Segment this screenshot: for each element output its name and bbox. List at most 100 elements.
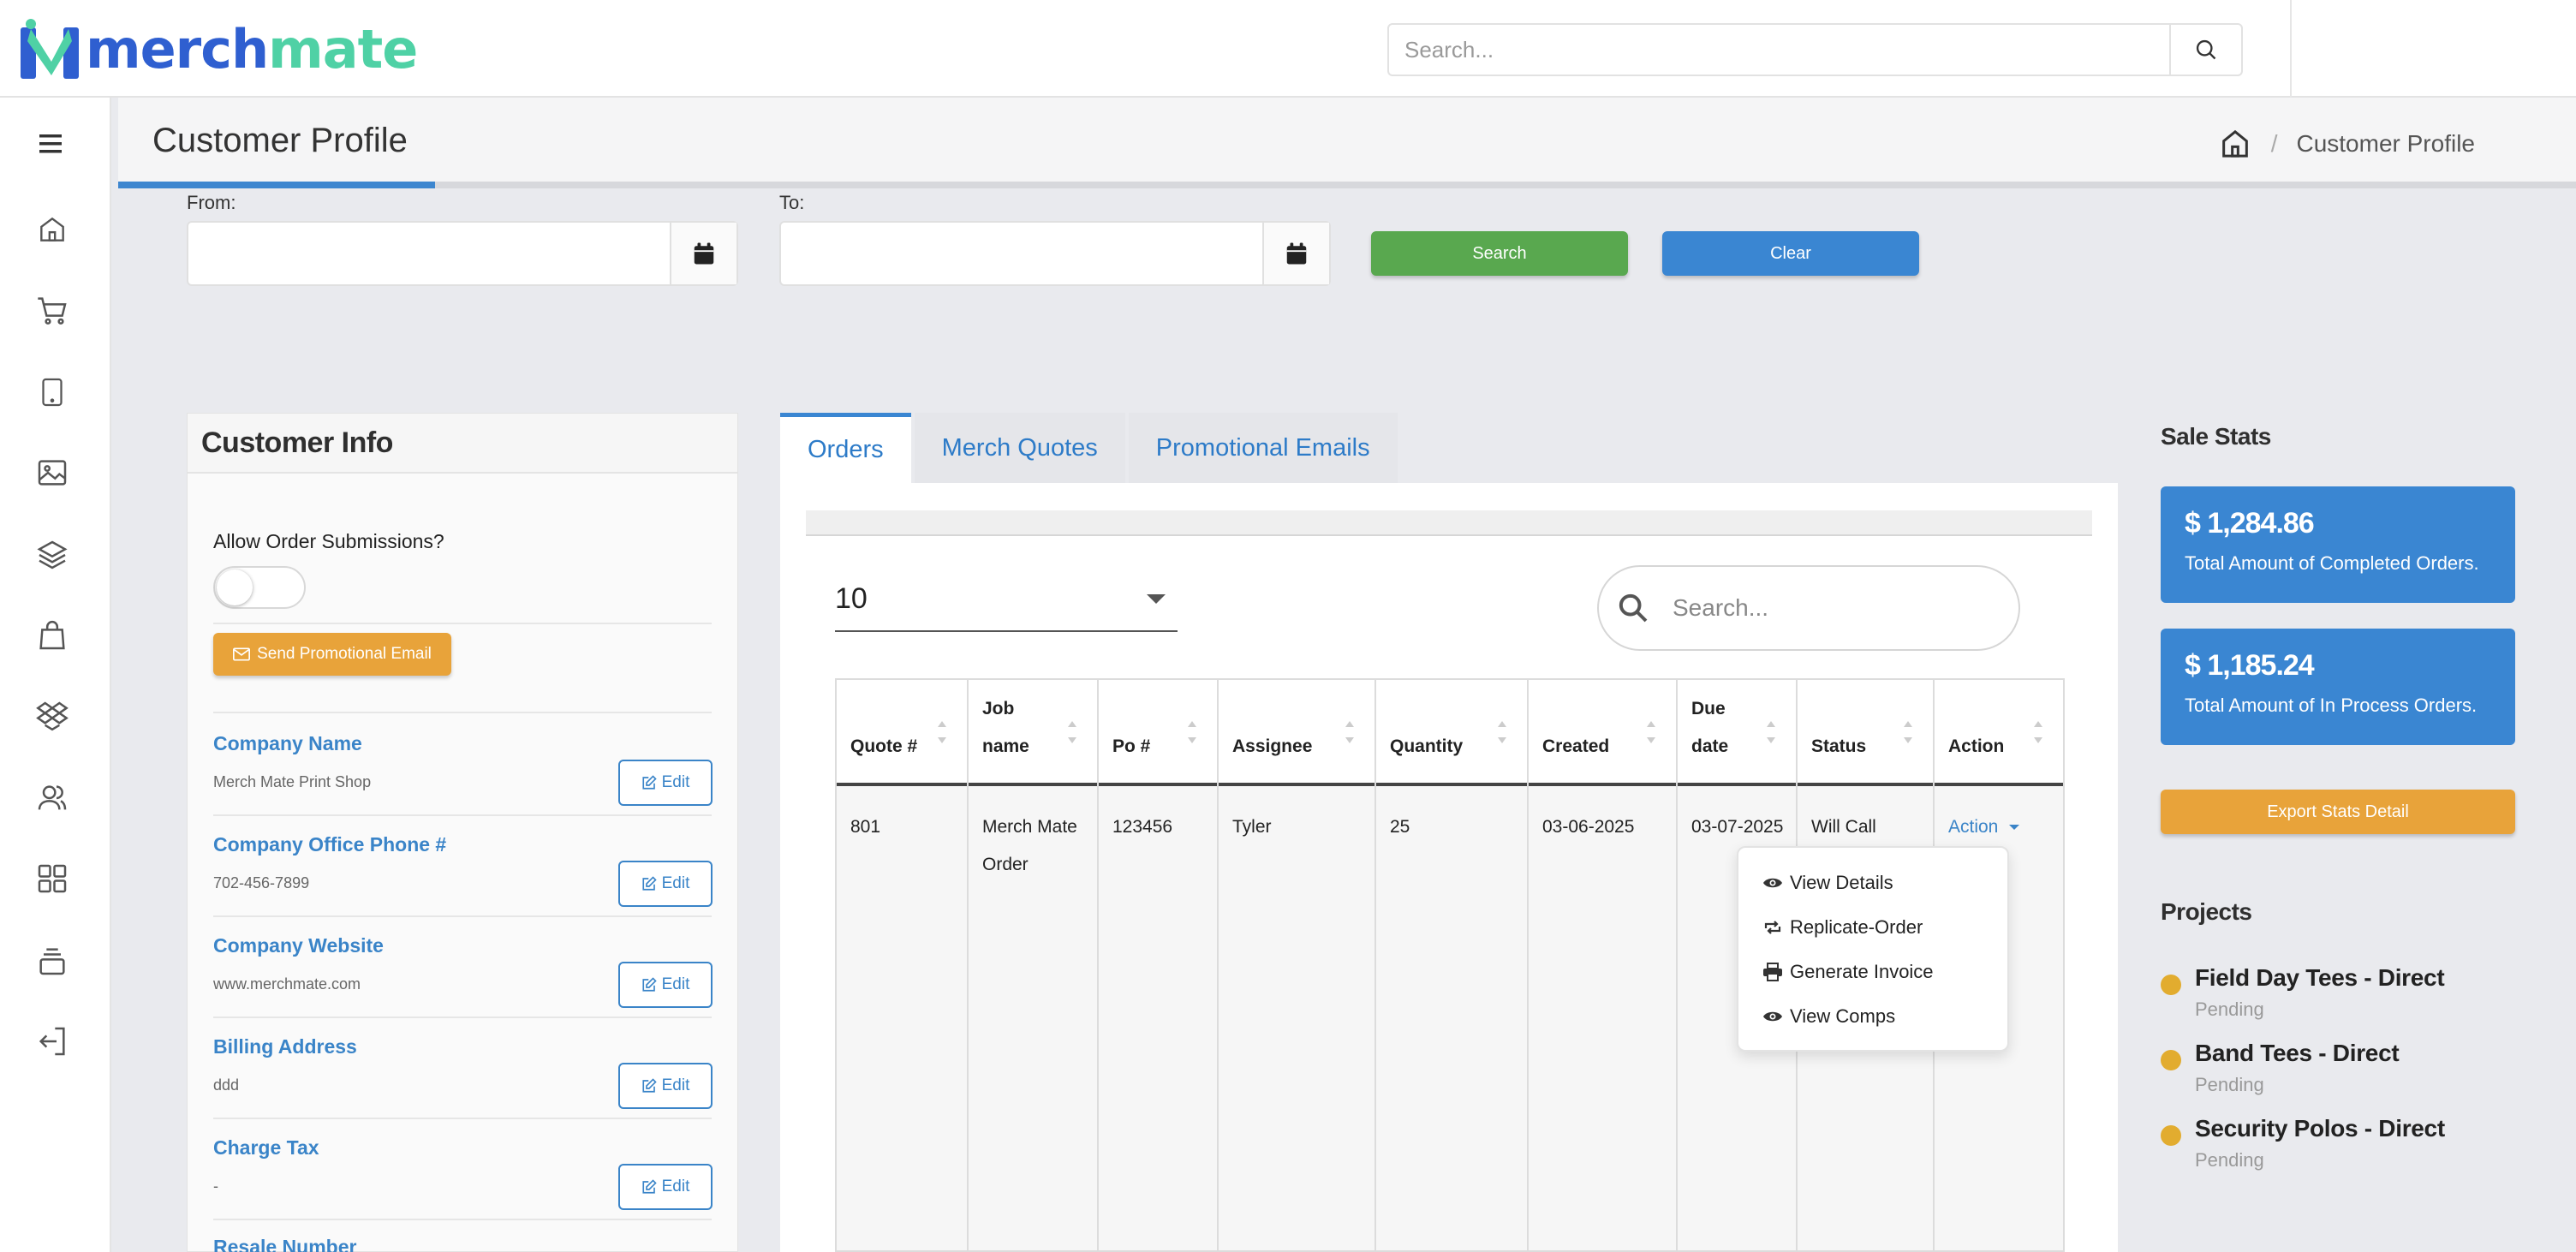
tab-promotional-emails[interactable]: Promotional Emails [1128, 413, 1398, 483]
project-item[interactable]: Security Polos - Direct Pending [2161, 1115, 2537, 1183]
orders-search-input[interactable] [1673, 594, 1981, 622]
divider [213, 814, 712, 816]
status-dot [2161, 975, 2181, 995]
app-logo[interactable]: merchmate [19, 15, 418, 84]
menu-item-generate-invoice[interactable]: Generate Invoice [1762, 955, 1934, 989]
col-quantity[interactable]: Quantity [1376, 680, 1529, 786]
stack-icon [39, 948, 65, 975]
field-charge-tax-title: Charge Tax [213, 1136, 319, 1159]
home-icon[interactable] [2218, 127, 2252, 161]
sort-icon [1188, 721, 1196, 743]
from-label: From: [187, 192, 236, 213]
project-item[interactable]: Band Tees - Direct Pending [2161, 1040, 2537, 1108]
allow-orders-toggle[interactable] [213, 566, 306, 609]
sidebar-item-customers[interactable] [30, 776, 75, 820]
sidebar-item-cart[interactable] [30, 288, 75, 332]
calendar-icon [1286, 242, 1307, 265]
filter-clear-button[interactable]: Clear [1662, 231, 1919, 276]
sidebar-item-layers[interactable] [30, 533, 75, 577]
edit-icon [642, 775, 657, 790]
col-job-name[interactable]: Job name [969, 680, 1099, 786]
sidebar-item-dropbox[interactable] [30, 694, 75, 738]
header-accent-bar [118, 182, 435, 188]
cell-created: 03-06-2025 [1529, 786, 1678, 1252]
sort-icon [1498, 721, 1506, 743]
dropbox-icon [36, 701, 69, 731]
search-icon [2196, 39, 2216, 60]
col-assignee[interactable]: Assignee [1219, 680, 1376, 786]
sidebar-toggle-button[interactable] [30, 122, 75, 166]
edit-icon [642, 1078, 657, 1093]
menu-item-view-details[interactable]: View Details [1762, 866, 1893, 900]
completed-orders-amount: $ 1,284.86 [2185, 507, 2315, 540]
col-action[interactable]: Action [1935, 680, 2063, 786]
action-dropdown-toggle[interactable]: Action [1948, 817, 1998, 837]
menu-icon [39, 134, 62, 153]
field-company-website-title: Company Website [213, 934, 384, 957]
sidebar-item-stack[interactable] [30, 939, 75, 983]
sidebar-item-tablet[interactable] [30, 370, 75, 414]
sidebar-item-shop[interactable] [30, 613, 75, 658]
inprocess-orders-label: Total Amount of In Process Orders. [2185, 695, 2478, 716]
page-title: Customer Profile [152, 122, 408, 159]
field-charge-tax-value: - [213, 1177, 218, 1195]
edit-company-phone-button[interactable]: Edit [618, 861, 713, 907]
projects-title: Projects [2161, 898, 2252, 925]
send-promo-email-button[interactable]: Send Promotional Email [213, 633, 451, 676]
col-due-date[interactable]: Due date [1678, 680, 1798, 786]
sidebar-item-logout[interactable] [30, 1019, 75, 1064]
edit-icon [642, 1179, 657, 1194]
to-date-input[interactable] [781, 223, 1262, 284]
page-length-select[interactable]: 10 [835, 567, 1178, 632]
field-company-name-title: Company Name [213, 732, 362, 754]
global-search-button[interactable] [2169, 25, 2241, 75]
menu-item-replicate-order[interactable]: Replicate-Order [1762, 910, 1923, 945]
edit-icon [642, 876, 657, 891]
tab-merch-quotes[interactable]: Merch Quotes [914, 413, 1125, 483]
sidebar-item-apps[interactable] [30, 856, 75, 901]
allow-orders-label: Allow Order Submissions? [213, 530, 444, 552]
cell-assignee: Tyler [1219, 786, 1376, 1252]
edit-company-website-button[interactable]: Edit [618, 962, 713, 1008]
sort-icon [2034, 721, 2042, 743]
top-navbar: merchmate [0, 0, 2576, 98]
toggle-knob [217, 569, 253, 605]
project-item[interactable]: Field Day Tees - Direct Pending [2161, 964, 2537, 1033]
edit-charge-tax-button[interactable]: Edit [618, 1164, 713, 1210]
from-calendar-button[interactable] [670, 223, 736, 284]
edit-company-name-button[interactable]: Edit [618, 760, 713, 806]
field-company-phone-title: Company Office Phone # [213, 833, 447, 856]
global-search-input[interactable] [1389, 25, 2169, 75]
sidebar-item-images[interactable] [30, 450, 75, 495]
filter-search-button[interactable]: Search [1371, 231, 1628, 276]
page-header: Customer Profile / Customer Profile [118, 98, 2576, 188]
col-created[interactable]: Created [1529, 680, 1678, 786]
edit-label: Edit [661, 1177, 690, 1195]
edit-billing-address-button[interactable]: Edit [618, 1063, 713, 1109]
customer-info-title: Customer Info [201, 426, 393, 459]
sale-stats-title: Sale Stats [2161, 423, 2271, 450]
from-date-input[interactable] [188, 223, 670, 284]
to-calendar-button[interactable] [1262, 223, 1329, 284]
tab-orders[interactable]: Orders [780, 413, 911, 483]
sort-icon [1068, 721, 1076, 743]
envelope-icon [233, 647, 251, 661]
field-billing-address-value: ddd [213, 1076, 240, 1094]
home-icon [40, 217, 64, 241]
completed-orders-card: $ 1,284.86 Total Amount of Completed Ord… [2161, 486, 2515, 603]
chevron-down-icon [1147, 593, 1166, 604]
sidebar-item-home[interactable] [30, 207, 75, 252]
col-status[interactable]: Status [1798, 680, 1935, 786]
export-stats-button[interactable]: Export Stats Detail [2161, 790, 2515, 834]
project-status: Pending [2195, 1074, 2264, 1095]
field-billing-address-title: Billing Address [213, 1035, 357, 1058]
from-date-field [187, 221, 738, 286]
to-date-field [779, 221, 1331, 286]
status-dot [2161, 1050, 2181, 1070]
completed-orders-label: Total Amount of Completed Orders. [2185, 552, 2479, 574]
menu-item-view-comps[interactable]: View Comps [1762, 999, 1895, 1034]
status-dot [2161, 1125, 2181, 1146]
col-po-number[interactable]: Po # [1099, 680, 1219, 786]
global-search [1387, 23, 2243, 76]
col-quote-number[interactable]: Quote # [837, 680, 969, 786]
